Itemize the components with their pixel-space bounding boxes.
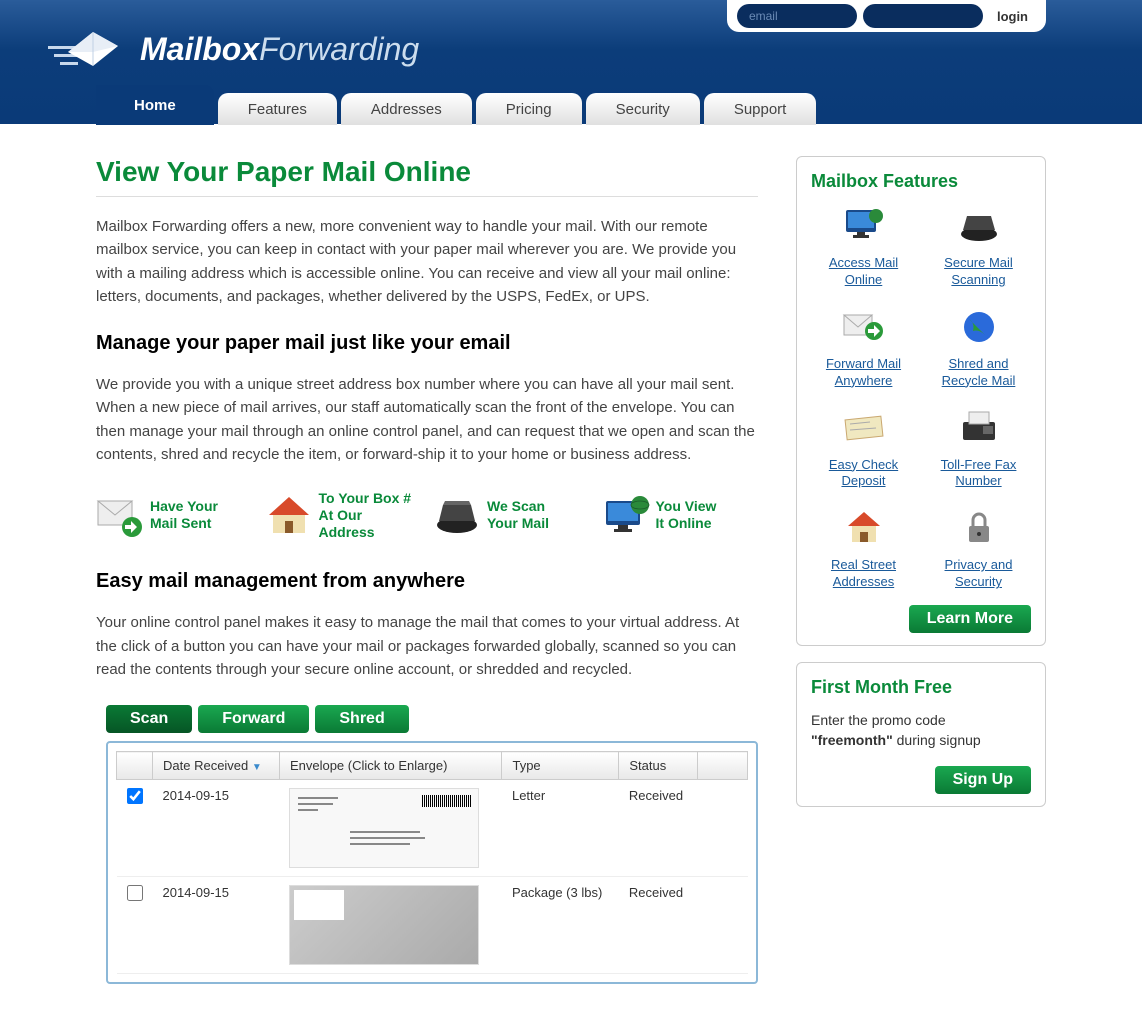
envelope-arrow-icon: [840, 307, 888, 347]
tab-pricing[interactable]: Pricing: [476, 93, 582, 125]
signup-button[interactable]: Sign Up: [935, 766, 1031, 794]
feature-shred-recycle[interactable]: Shred and Recycle Mail: [926, 307, 1031, 390]
cell-date: 2014-09-15: [153, 877, 280, 974]
step-mail-sent: Have YourMail Sent: [96, 490, 253, 540]
manage-paragraph: We provide you with a unique street addr…: [96, 373, 758, 466]
steps-row: Have YourMail Sent To Your Box #At Our A…: [96, 490, 758, 540]
sort-desc-icon: ▼: [252, 762, 262, 773]
col-check[interactable]: [117, 752, 153, 780]
feature-fax-number[interactable]: Toll-Free Fax Number: [926, 408, 1031, 491]
feature-access-mail[interactable]: Access Mail Online: [811, 206, 916, 289]
row-checkbox[interactable]: [127, 885, 143, 901]
cell-status: Received: [619, 780, 698, 877]
row-checkbox[interactable]: [127, 788, 143, 804]
divider: [96, 196, 758, 197]
col-status[interactable]: Status: [619, 752, 698, 780]
fax-icon: [955, 408, 1003, 448]
features-title: Mailbox Features: [811, 171, 1031, 192]
tab-support[interactable]: Support: [704, 93, 817, 125]
mail-table: Date Received ▼ Envelope (Click to Enlar…: [116, 751, 748, 974]
col-date[interactable]: Date Received ▼: [153, 752, 280, 780]
heading-easy: Easy mail management from anywhere: [96, 570, 758, 593]
feature-street-addresses[interactable]: Real Street Addresses: [811, 508, 916, 591]
col-type[interactable]: Type: [502, 752, 619, 780]
promo-code-line: "freemonth" during signup: [811, 732, 1031, 748]
shred-button[interactable]: Shred: [315, 705, 408, 733]
step-view-online: You ViewIt Online: [602, 490, 759, 540]
password-input[interactable]: [863, 4, 983, 28]
promo-intro: Enter the promo code: [811, 712, 1031, 728]
house-icon: [265, 491, 313, 539]
email-input[interactable]: [737, 4, 857, 28]
intro-paragraph: Mailbox Forwarding offers a new, more co…: [96, 215, 758, 308]
envelope-send-icon: [96, 491, 144, 539]
col-envelope[interactable]: Envelope (Click to Enlarge): [279, 752, 502, 780]
easy-paragraph: Your online control panel makes it easy …: [96, 611, 758, 681]
feature-forward-mail[interactable]: Forward Mail Anywhere: [811, 307, 916, 390]
logo-text-light: Forwarding: [259, 31, 419, 68]
tab-features[interactable]: Features: [218, 93, 337, 125]
step-we-scan: We ScanYour Mail: [433, 490, 590, 540]
features-box: Mailbox Features Access Mail Online Secu…: [796, 156, 1046, 646]
forward-button[interactable]: Forward: [198, 705, 309, 733]
cell-status: Received: [619, 877, 698, 974]
cell-date: 2014-09-15: [153, 780, 280, 877]
globe-icon: [955, 307, 1003, 347]
cell-type: Letter: [502, 780, 619, 877]
padlock-icon: [955, 508, 1003, 548]
col-actions: [698, 752, 748, 780]
promo-title: First Month Free: [811, 677, 1031, 698]
table-row[interactable]: 2014-09-15 Letter Received: [117, 780, 748, 877]
login-button[interactable]: login: [989, 9, 1036, 24]
login-bar: login: [727, 0, 1046, 32]
tab-addresses[interactable]: Addresses: [341, 93, 472, 125]
learn-more-button[interactable]: Learn More: [909, 605, 1031, 633]
heading-manage: Manage your paper mail just like your em…: [96, 332, 758, 355]
feature-check-deposit[interactable]: Easy Check Deposit: [811, 408, 916, 491]
table-row[interactable]: 2014-09-15 Package (3 lbs) Received: [117, 877, 748, 974]
mail-panel: Date Received ▼ Envelope (Click to Enlar…: [106, 741, 758, 984]
step-your-box: To Your Box #At Our Address: [265, 490, 422, 540]
page-title: View Your Paper Mail Online: [96, 156, 758, 188]
scanner-icon: [955, 206, 1003, 246]
monitor-globe-icon: [602, 491, 650, 539]
envelope-thumbnail[interactable]: [289, 788, 479, 868]
cell-type: Package (3 lbs): [502, 877, 619, 974]
feature-secure-scan[interactable]: Secure Mail Scanning: [926, 206, 1031, 289]
envelope-thumbnail[interactable]: [289, 885, 479, 965]
tab-security[interactable]: Security: [586, 93, 700, 125]
nav-tabs: Home Features Addresses Pricing Security…: [96, 85, 816, 125]
scanner-icon: [433, 491, 481, 539]
envelope-logo-icon: [48, 24, 128, 74]
monitor-icon: [840, 206, 888, 246]
promo-box: First Month Free Enter the promo code "f…: [796, 662, 1046, 807]
logo-text-bold: Mailbox: [140, 31, 259, 68]
house-icon: [840, 508, 888, 548]
feature-privacy-security[interactable]: Privacy and Security: [926, 508, 1031, 591]
check-icon: [840, 408, 888, 448]
scan-button[interactable]: Scan: [106, 705, 192, 733]
tab-home[interactable]: Home: [96, 85, 214, 125]
